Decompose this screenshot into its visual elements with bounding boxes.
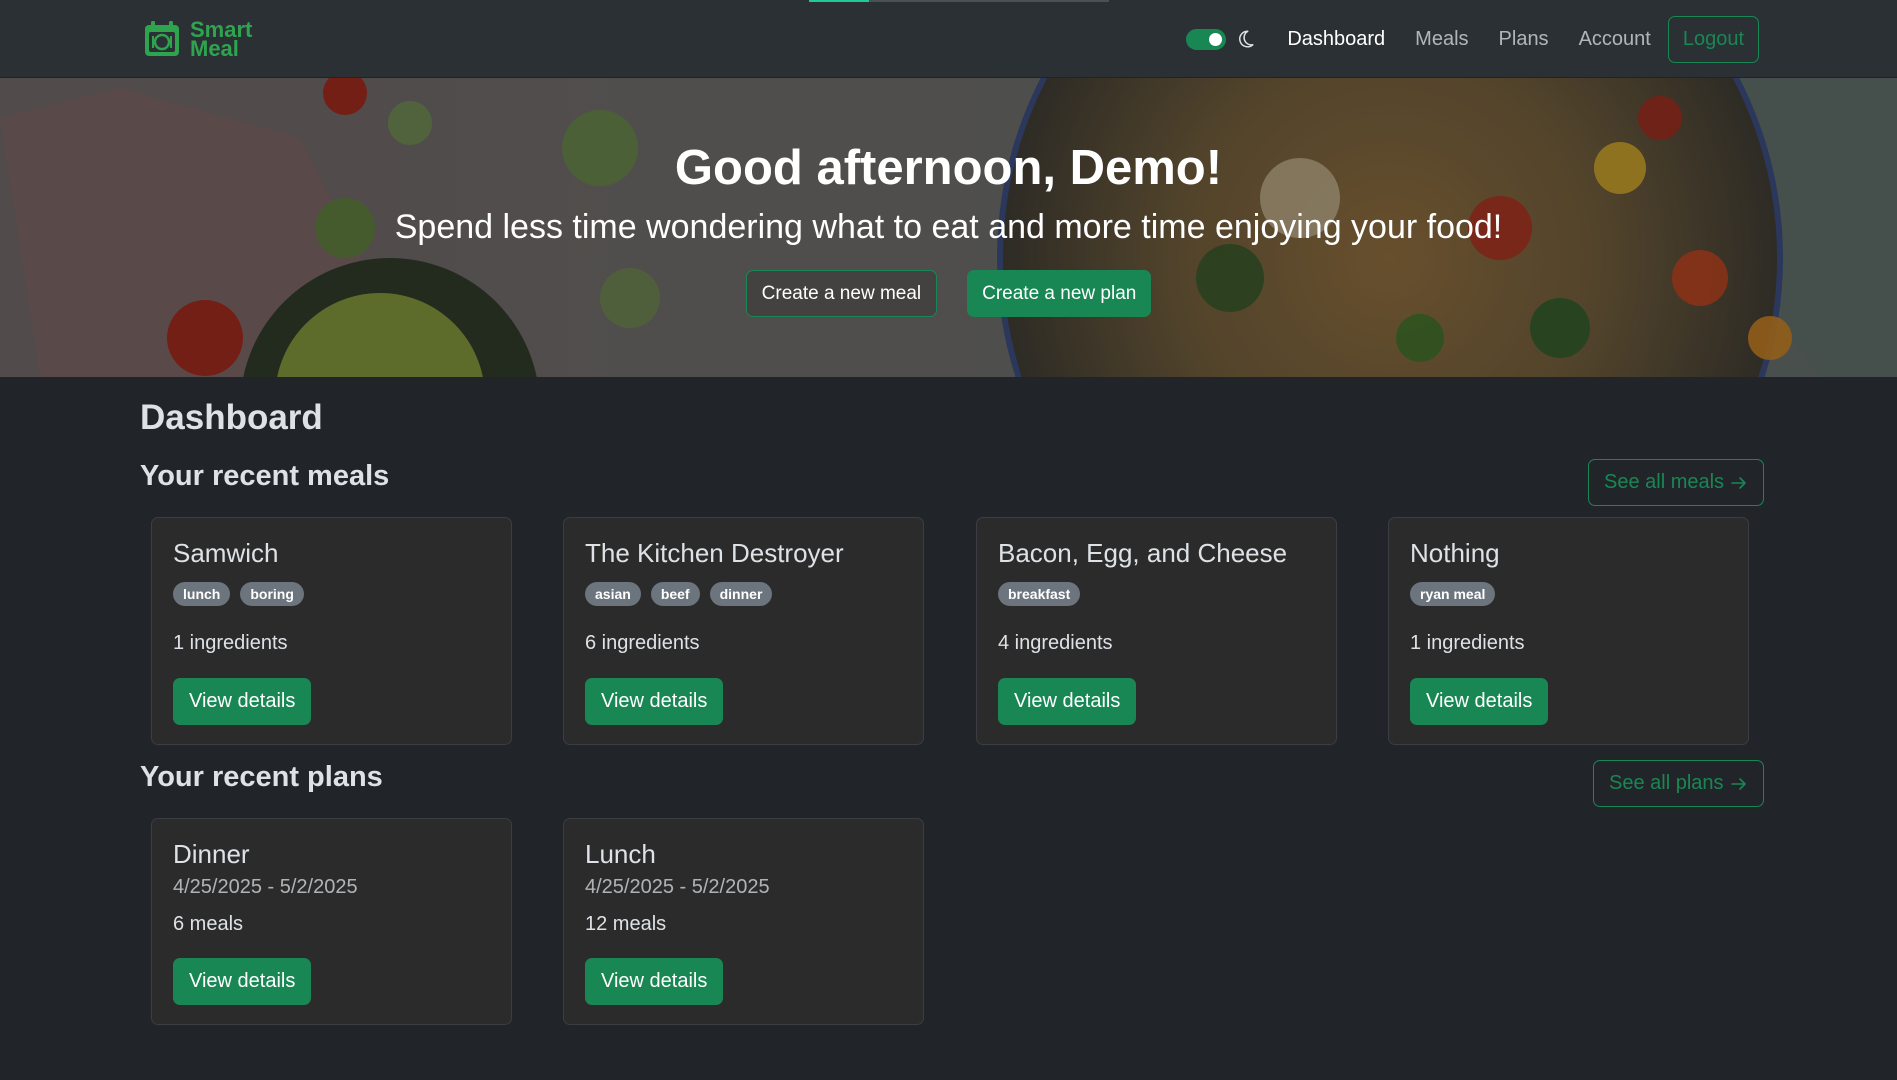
create-plan-button[interactable]: Create a new plan [967,270,1152,317]
greeting-title: Good afternoon, Demo! [674,141,1223,195]
see-all-meals-label: See all meals [1604,471,1725,493]
moon-icon [1239,30,1254,48]
arrow-right-icon [1730,777,1746,790]
brand-name: Smart Meal [190,19,252,60]
meal-card: Samwich lunch boring 1 ingredients View … [151,517,512,745]
recent-meals-heading: Your recent meals [140,460,390,492]
meal-tag: lunch [173,582,231,606]
toggle-knob [1209,32,1223,46]
nav-right: Dashboard Meals Plans Account Logout [1186,15,1759,63]
plan-card: Lunch 4/25/2025 - 5/2/2025 12 meals View… [563,818,924,1025]
meal-tag: beef [650,582,700,606]
view-details-button[interactable]: View details [173,678,312,725]
page-progress-bar [809,0,1109,2]
ingredient-count: 4 ingredients [998,632,1113,654]
ingredient-count: 1 ingredients [173,632,288,654]
hero-actions: Create a new meal Create a new plan [0,270,1897,317]
meal-card: Nothing ryan meal 1 ingredients View det… [1388,517,1749,745]
meal-tag: ryan meal [1410,582,1496,606]
arrow-right-icon [1731,476,1746,489]
plan-name: Dinner [173,839,250,869]
view-details-button[interactable]: View details [173,958,312,1005]
meal-card: The Kitchen Destroyer asian beef dinner … [563,517,924,745]
calendar-icon [145,21,179,56]
hero-banner: Good afternoon, Demo! Spend less time wo… [0,78,1897,377]
meal-name: The Kitchen Destroyer [585,538,844,568]
view-details-button[interactable]: View details [585,958,724,1005]
plan-date-range: 4/25/2025 - 5/2/2025 [585,876,770,898]
brand-logo[interactable]: Smart Meal [142,18,252,60]
meal-card: Bacon, Egg, and Cheese breakfast 4 ingre… [976,517,1337,745]
see-all-plans-button[interactable]: See all plans [1593,760,1764,807]
plan-meal-count: 12 meals [585,913,667,935]
plan-meal-count: 6 meals [173,913,244,935]
meal-tag: boring [240,582,304,606]
nav-link-plans[interactable]: Plans [1499,28,1549,51]
ingredient-count: 6 ingredients [585,632,700,654]
see-all-meals-button[interactable]: See all meals [1588,459,1765,506]
meal-tag: dinner [709,582,773,606]
recent-plans-heading: Your recent plans [140,761,383,793]
meal-name: Bacon, Egg, and Cheese [998,538,1288,568]
navbar: Smart Meal Dashboard Meals Plans Account… [0,0,1897,78]
meal-tag: asian [585,582,641,606]
meal-tags: lunch boring [173,582,304,606]
logout-button[interactable]: Logout [1667,15,1759,63]
meal-tags: ryan meal [1410,582,1496,606]
plan-date-range: 4/25/2025 - 5/2/2025 [173,876,358,898]
nav-link-account[interactable]: Account [1579,28,1651,51]
dark-mode-toggle[interactable] [1186,28,1227,50]
meal-name: Samwich [173,538,279,568]
create-meal-button[interactable]: Create a new meal [745,270,938,317]
meal-tags: asian beef dinner [585,582,773,606]
ingredient-count: 1 ingredients [1410,632,1525,654]
plan-name: Lunch [585,839,656,869]
progress-fill [809,0,869,2]
view-details-button[interactable]: View details [585,678,724,725]
view-details-button[interactable]: View details [1410,678,1549,725]
see-all-plans-label: See all plans [1609,772,1724,794]
nav-link-dashboard[interactable]: Dashboard [1287,28,1385,51]
meal-tag: breakfast [998,582,1081,606]
nav-link-meals[interactable]: Meals [1415,28,1468,51]
meal-tags: breakfast [998,582,1081,606]
view-details-button[interactable]: View details [998,678,1137,725]
hero-subtitle: Spend less time wondering what to eat an… [394,208,1503,246]
meal-name: Nothing [1410,538,1500,568]
page-title: Dashboard [140,398,323,437]
plan-card: Dinner 4/25/2025 - 5/2/2025 6 meals View… [151,818,512,1025]
